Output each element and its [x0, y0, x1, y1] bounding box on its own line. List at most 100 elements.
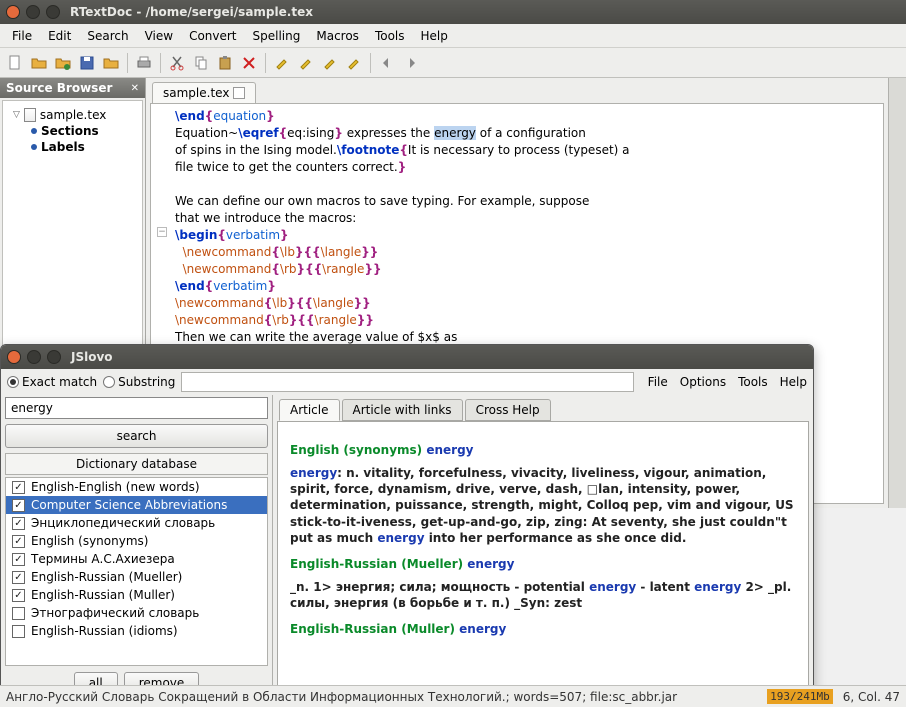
window-title: RTextDoc - /home/sergei/sample.tex [70, 5, 313, 19]
tab-cross-help[interactable]: Cross Help [465, 399, 551, 421]
cut-icon[interactable] [166, 52, 188, 74]
checkbox-icon[interactable]: ✓ [12, 481, 25, 494]
exact-match-label: Exact match [22, 375, 97, 389]
dictionary-row[interactable]: ✓Computer Science Abbreviations [6, 496, 267, 514]
open-recent-icon[interactable] [52, 52, 74, 74]
dictionary-list-header: Dictionary database [5, 453, 268, 475]
checkbox-icon[interactable]: ✓ [12, 571, 25, 584]
result-definition: energy: n. vitality, forcefulness, vivac… [290, 465, 796, 546]
result-term: energy [459, 622, 506, 636]
substring-radio[interactable]: Substring [103, 375, 175, 389]
window-maximize-icon[interactable] [46, 5, 60, 19]
dictionary-row[interactable]: Этнографический словарь [6, 604, 267, 622]
result-dict-name: English-Russian (Mueller) [290, 557, 467, 571]
tree-labels-node[interactable]: Labels [13, 139, 138, 155]
paste-icon[interactable] [214, 52, 236, 74]
tab-article-links[interactable]: Article with links [342, 399, 463, 421]
jslovo-maximize-icon[interactable] [47, 350, 61, 364]
lookup-input[interactable] [5, 397, 268, 419]
document-icon [24, 108, 36, 122]
menu-file[interactable]: File [4, 26, 40, 46]
window-close-icon[interactable] [6, 5, 20, 19]
tab-label: sample.tex [163, 86, 229, 100]
dictionary-row[interactable]: ✓Термины А.С.Ахиезера [6, 550, 267, 568]
menu-view[interactable]: View [137, 26, 181, 46]
highlight-2-icon[interactable] [295, 52, 317, 74]
menu-tools[interactable]: Tools [367, 26, 413, 46]
substring-label: Substring [118, 375, 175, 389]
tree-node-label: Labels [41, 140, 85, 154]
tree-sections-node[interactable]: Sections [13, 123, 138, 139]
checkbox-icon[interactable]: ✓ [12, 535, 25, 548]
result-body[interactable]: English (synonyms) energy energy: n. vit… [277, 421, 809, 694]
jslovo-menu-file[interactable]: File [648, 375, 668, 389]
menu-spelling[interactable]: Spelling [245, 26, 309, 46]
right-tab-strip[interactable] [888, 78, 906, 508]
checkbox-icon[interactable] [12, 625, 25, 638]
jslovo-menu-tools[interactable]: Tools [738, 375, 768, 389]
checkbox-icon[interactable]: ✓ [12, 553, 25, 566]
sidebar-close-icon[interactable]: ✕ [131, 83, 139, 94]
main-window-titlebar: RTextDoc - /home/sergei/sample.tex [0, 0, 906, 24]
print-icon[interactable] [133, 52, 155, 74]
result-dict-name: English (synonyms) [290, 443, 426, 457]
checkbox-icon[interactable] [12, 607, 25, 620]
new-file-icon[interactable] [4, 52, 26, 74]
undo-icon[interactable] [376, 52, 398, 74]
jslovo-close-icon[interactable] [7, 350, 21, 364]
dictionary-row[interactable]: ✓ Энциклопедический словарь [6, 514, 267, 532]
highlight-1-icon[interactable] [271, 52, 293, 74]
highlight-4-icon[interactable] [343, 52, 365, 74]
dictionary-row[interactable]: ✓English-Russian (Mueller) [6, 568, 267, 586]
jslovo-window: JSlovo Exact match Substring File Option… [0, 344, 814, 699]
window-minimize-icon[interactable] [26, 5, 40, 19]
search-button[interactable]: search [5, 424, 268, 448]
exact-match-radio[interactable]: Exact match [7, 375, 97, 389]
editor-tab-sample[interactable]: sample.tex [152, 82, 256, 103]
copy-icon[interactable] [190, 52, 212, 74]
main-menubar: File Edit Search View Convert Spelling M… [0, 24, 906, 48]
jslovo-menu-options[interactable]: Options [680, 375, 726, 389]
radio-icon [103, 376, 115, 388]
menu-help[interactable]: Help [413, 26, 456, 46]
save-icon[interactable] [76, 52, 98, 74]
memory-usage: 193/241Mb [767, 689, 833, 704]
tree-node-label: Sections [41, 124, 99, 138]
menu-search[interactable]: Search [79, 26, 136, 46]
save-all-icon[interactable] [100, 52, 122, 74]
delete-icon[interactable] [238, 52, 260, 74]
jslovo-menu-help[interactable]: Help [780, 375, 807, 389]
redo-icon[interactable] [400, 52, 422, 74]
result-term: energy [426, 443, 473, 457]
highlight-3-icon[interactable] [319, 52, 341, 74]
menu-macros[interactable]: Macros [308, 26, 367, 46]
dictionary-label: English-Russian (Muller) [31, 588, 175, 602]
menu-edit[interactable]: Edit [40, 26, 79, 46]
dictionary-row[interactable]: ✓ English-Russian (Muller) [6, 586, 267, 604]
status-text: Англо-Русский Словарь Сокращений в Облас… [6, 690, 677, 704]
dictionary-row[interactable]: English-Russian (idioms) [6, 622, 267, 640]
dictionary-row[interactable]: ✓English (synonyms) [6, 532, 267, 550]
checkbox-icon[interactable]: ✓ [12, 589, 25, 602]
dictionary-label: Энциклопедический словарь [31, 516, 215, 530]
jslovo-minimize-icon[interactable] [27, 350, 41, 364]
result-definition: _n. 1> энергия; сила; мощность - potenti… [290, 579, 796, 611]
open-file-icon[interactable] [28, 52, 50, 74]
jslovo-title: JSlovo [71, 350, 113, 364]
tab-article[interactable]: Article [279, 399, 340, 421]
dictionary-label: Этнографический словарь [31, 606, 199, 620]
checkbox-icon[interactable]: ✓ [12, 517, 25, 530]
radio-selected-icon [7, 376, 19, 388]
tree-file-node[interactable]: ▽ sample.tex [13, 107, 138, 123]
dictionary-row[interactable]: ✓English-English (new words) [6, 478, 267, 496]
menu-convert[interactable]: Convert [181, 26, 244, 46]
tree-collapse-icon[interactable]: ▽ [13, 110, 20, 120]
tree-file-label: sample.tex [40, 108, 106, 122]
dictionary-label: English-Russian (idioms) [31, 624, 178, 638]
bullet-icon [31, 144, 37, 150]
checkbox-icon[interactable]: ✓ [12, 499, 25, 512]
dictionary-list[interactable]: ✓English-English (new words)✓Computer Sc… [5, 477, 268, 666]
status-bar: Англо-Русский Словарь Сокращений в Облас… [0, 685, 906, 707]
tab-document-icon [233, 87, 245, 99]
jslovo-top-input[interactable] [181, 372, 633, 392]
